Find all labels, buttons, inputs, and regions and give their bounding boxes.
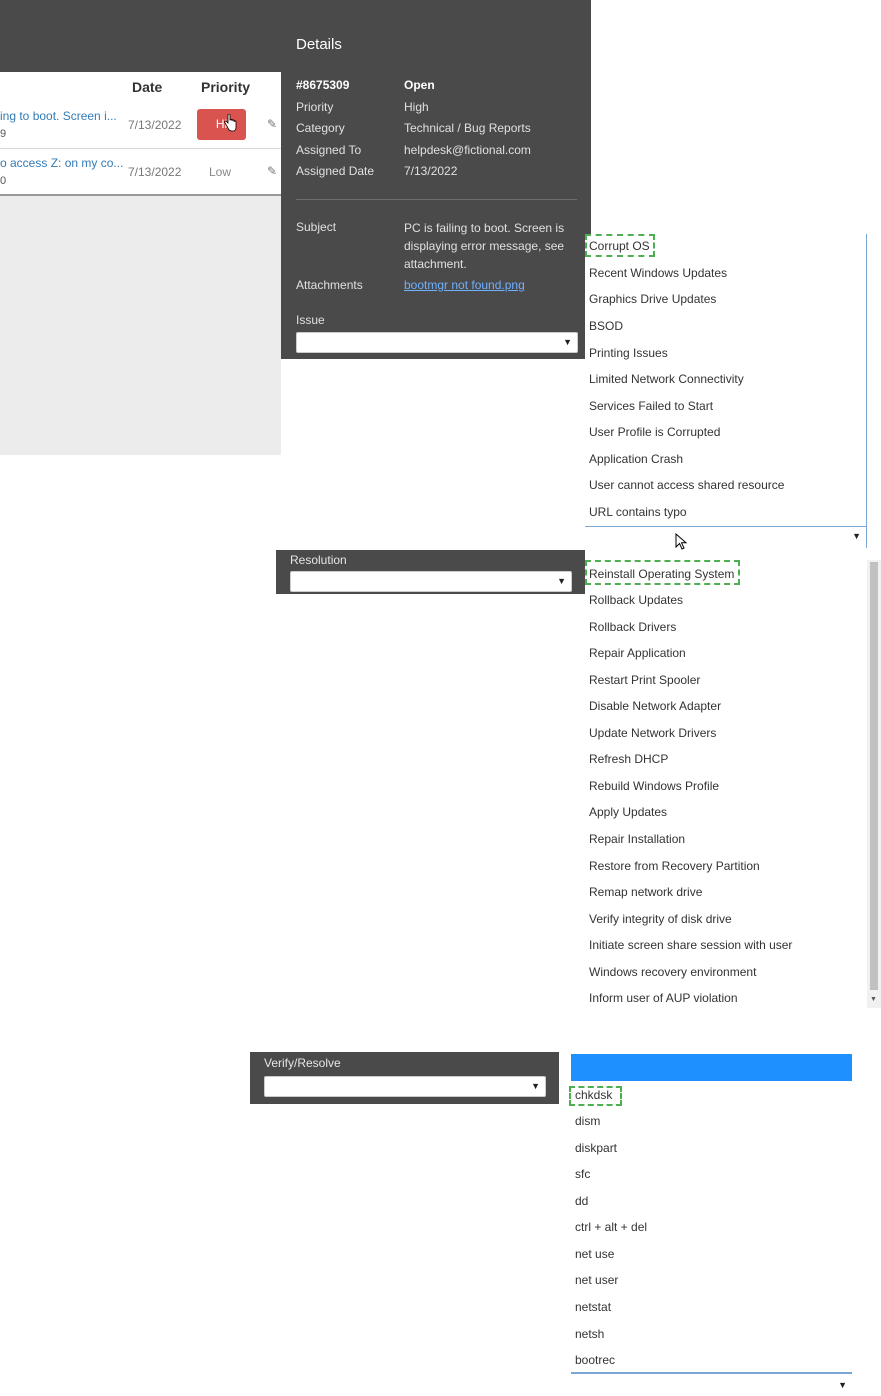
ticket-date: 7/13/2022 — [128, 165, 182, 179]
verify-option[interactable]: chkdsk — [575, 1088, 612, 1102]
column-header-priority[interactable]: Priority — [201, 79, 250, 95]
issue-select-footer[interactable]: ▼ — [585, 526, 866, 545]
priority-low-label[interactable]: Low — [209, 165, 231, 179]
verify-option[interactable]: sfc — [575, 1167, 590, 1181]
field-value: 7/13/2022 — [404, 164, 458, 178]
resolution-option[interactable]: Initiate screen share session with user — [589, 938, 792, 952]
resolution-label: Resolution — [290, 553, 347, 567]
caret-down-icon: ▼ — [838, 1380, 847, 1390]
details-divider — [296, 199, 577, 200]
resolution-option[interactable]: Disable Network Adapter — [589, 699, 721, 713]
verify-option[interactable]: dism — [575, 1114, 600, 1128]
verify-option[interactable]: net use — [575, 1247, 614, 1261]
caret-down-icon: ▼ — [531, 1081, 540, 1091]
column-header-date[interactable]: Date — [132, 79, 162, 95]
verify-option[interactable]: ctrl + alt + del — [575, 1220, 647, 1234]
field-label: Assigned Date — [296, 164, 375, 178]
ticket-subject-link[interactable]: ing to boot. Screen i... — [0, 109, 117, 123]
resolution-option[interactable]: Restore from Recovery Partition — [589, 859, 760, 873]
issue-option[interactable]: Services Failed to Start — [589, 399, 713, 413]
issue-option[interactable]: Printing Issues — [589, 346, 668, 360]
resolution-option[interactable]: Verify integrity of disk drive — [589, 912, 732, 926]
resolution-select[interactable]: ▼ — [290, 571, 572, 592]
issue-option[interactable]: Recent Windows Updates — [589, 266, 727, 280]
ticket-date: 7/13/2022 — [128, 118, 182, 132]
paperclip-icon[interactable]: ✎ — [267, 164, 277, 178]
issue-option[interactable]: User Profile is Corrupted — [589, 425, 720, 439]
selected-option-bar[interactable] — [571, 1054, 852, 1081]
mouse-cursor-icon — [675, 533, 688, 550]
resolution-option[interactable]: Refresh DHCP — [589, 752, 668, 766]
field-value: helpdesk@fictional.com — [404, 143, 531, 157]
verify-dropdown-list: chkdsk dism diskpart sfc dd ctrl + alt +… — [569, 1054, 852, 1396]
verify-option[interactable]: bootrec — [575, 1353, 615, 1367]
verify-select[interactable]: ▼ — [264, 1076, 546, 1097]
issue-label: Issue — [296, 313, 325, 327]
verify-select-footer[interactable]: ▼ — [571, 1372, 852, 1394]
verify-option[interactable]: diskpart — [575, 1141, 617, 1155]
resolution-option[interactable]: Rollback Drivers — [589, 620, 676, 634]
ticket-subject-link[interactable]: o access Z: on my co... — [0, 156, 123, 170]
resolution-option[interactable]: Apply Updates — [589, 805, 667, 819]
priority-high-badge[interactable]: Hi — [197, 109, 246, 140]
scroll-down-arrow-icon[interactable]: ▼ — [870, 996, 877, 1003]
details-title: Details — [296, 36, 342, 53]
verify-option[interactable]: dd — [575, 1194, 588, 1208]
resolution-option[interactable]: Update Network Drivers — [589, 726, 716, 740]
ticket-status: Open — [404, 78, 435, 92]
resolution-option[interactable]: Reinstall Operating System — [589, 567, 734, 581]
scrollbar-thumb[interactable] — [870, 562, 878, 990]
ticket-grid: Date Priority ing to boot. Screen i... 9… — [0, 72, 281, 455]
issue-dropdown-list: Corrupt OS Recent Windows Updates Graphi… — [585, 234, 867, 548]
issue-select[interactable]: ▼ — [296, 332, 578, 353]
ticket-list-panel: Date Priority ing to boot. Screen i... 9… — [0, 0, 281, 455]
resolution-option[interactable]: Repair Installation — [589, 832, 685, 846]
issue-option[interactable]: Corrupt OS — [589, 239, 650, 253]
field-label: Category — [296, 121, 345, 135]
issue-option[interactable]: User cannot access shared resource — [589, 478, 784, 492]
issue-option[interactable]: URL contains typo — [589, 505, 687, 519]
resolution-option[interactable]: Rebuild Windows Profile — [589, 779, 719, 793]
verify-option[interactable]: net user — [575, 1273, 618, 1287]
caret-down-icon: ▼ — [563, 337, 572, 347]
details-panel: Details #8675309 Open Priority High Cate… — [281, 0, 591, 359]
resolution-dropdown-list: Reinstall Operating System Rollback Upda… — [585, 560, 867, 1008]
verify-panel: Verify/Resolve ▼ — [250, 1052, 559, 1104]
field-value: Technical / Bug Reports — [404, 121, 531, 135]
paperclip-icon[interactable]: ✎ — [267, 117, 277, 131]
grid-header: Date Priority — [0, 72, 281, 102]
resolution-option[interactable]: Restart Print Spooler — [589, 673, 700, 687]
resolution-option[interactable]: Windows recovery environment — [589, 965, 756, 979]
ticket-row[interactable]: o access Z: on my co... 0 7/13/2022 Low … — [0, 149, 281, 196]
resolution-option[interactable]: Repair Application — [589, 646, 686, 660]
field-label: Priority — [296, 100, 334, 114]
ticket-number-fragment: 9 — [0, 128, 7, 140]
verify-label: Verify/Resolve — [264, 1056, 341, 1070]
field-value: High — [404, 100, 429, 114]
subject-value: PC is failing to boot. Screen is display… — [404, 221, 565, 271]
issue-option[interactable]: Limited Network Connectivity — [589, 372, 744, 386]
verify-option[interactable]: netstat — [575, 1300, 611, 1314]
ticket-id: #8675309 — [296, 78, 350, 92]
issue-option[interactable]: BSOD — [589, 319, 623, 333]
hand-pointer-icon — [224, 114, 237, 132]
resolution-panel: Resolution ▼ — [276, 550, 585, 594]
verify-option[interactable]: netsh — [575, 1327, 604, 1341]
resolution-option[interactable]: Remap network drive — [589, 885, 702, 899]
resolution-scrollbar[interactable]: ▼ — [867, 560, 881, 1008]
attachments-label: Attachments — [296, 278, 363, 292]
attachment-link[interactable]: bootmgr not found.png — [404, 278, 525, 292]
caret-down-icon: ▼ — [557, 576, 566, 586]
issue-option[interactable]: Application Crash — [589, 452, 683, 466]
caret-down-icon: ▼ — [852, 531, 861, 541]
subject-label: Subject — [296, 220, 337, 234]
ticket-number-fragment: 0 — [0, 175, 7, 187]
ticket-row[interactable]: ing to boot. Screen i... 9 7/13/2022 Hi … — [0, 102, 281, 149]
resolution-option[interactable]: Inform user of AUP violation — [589, 991, 738, 1005]
resolution-option[interactable]: Rollback Updates — [589, 593, 683, 607]
field-label: Assigned To — [296, 143, 362, 157]
issue-option[interactable]: Graphics Drive Updates — [589, 292, 716, 306]
